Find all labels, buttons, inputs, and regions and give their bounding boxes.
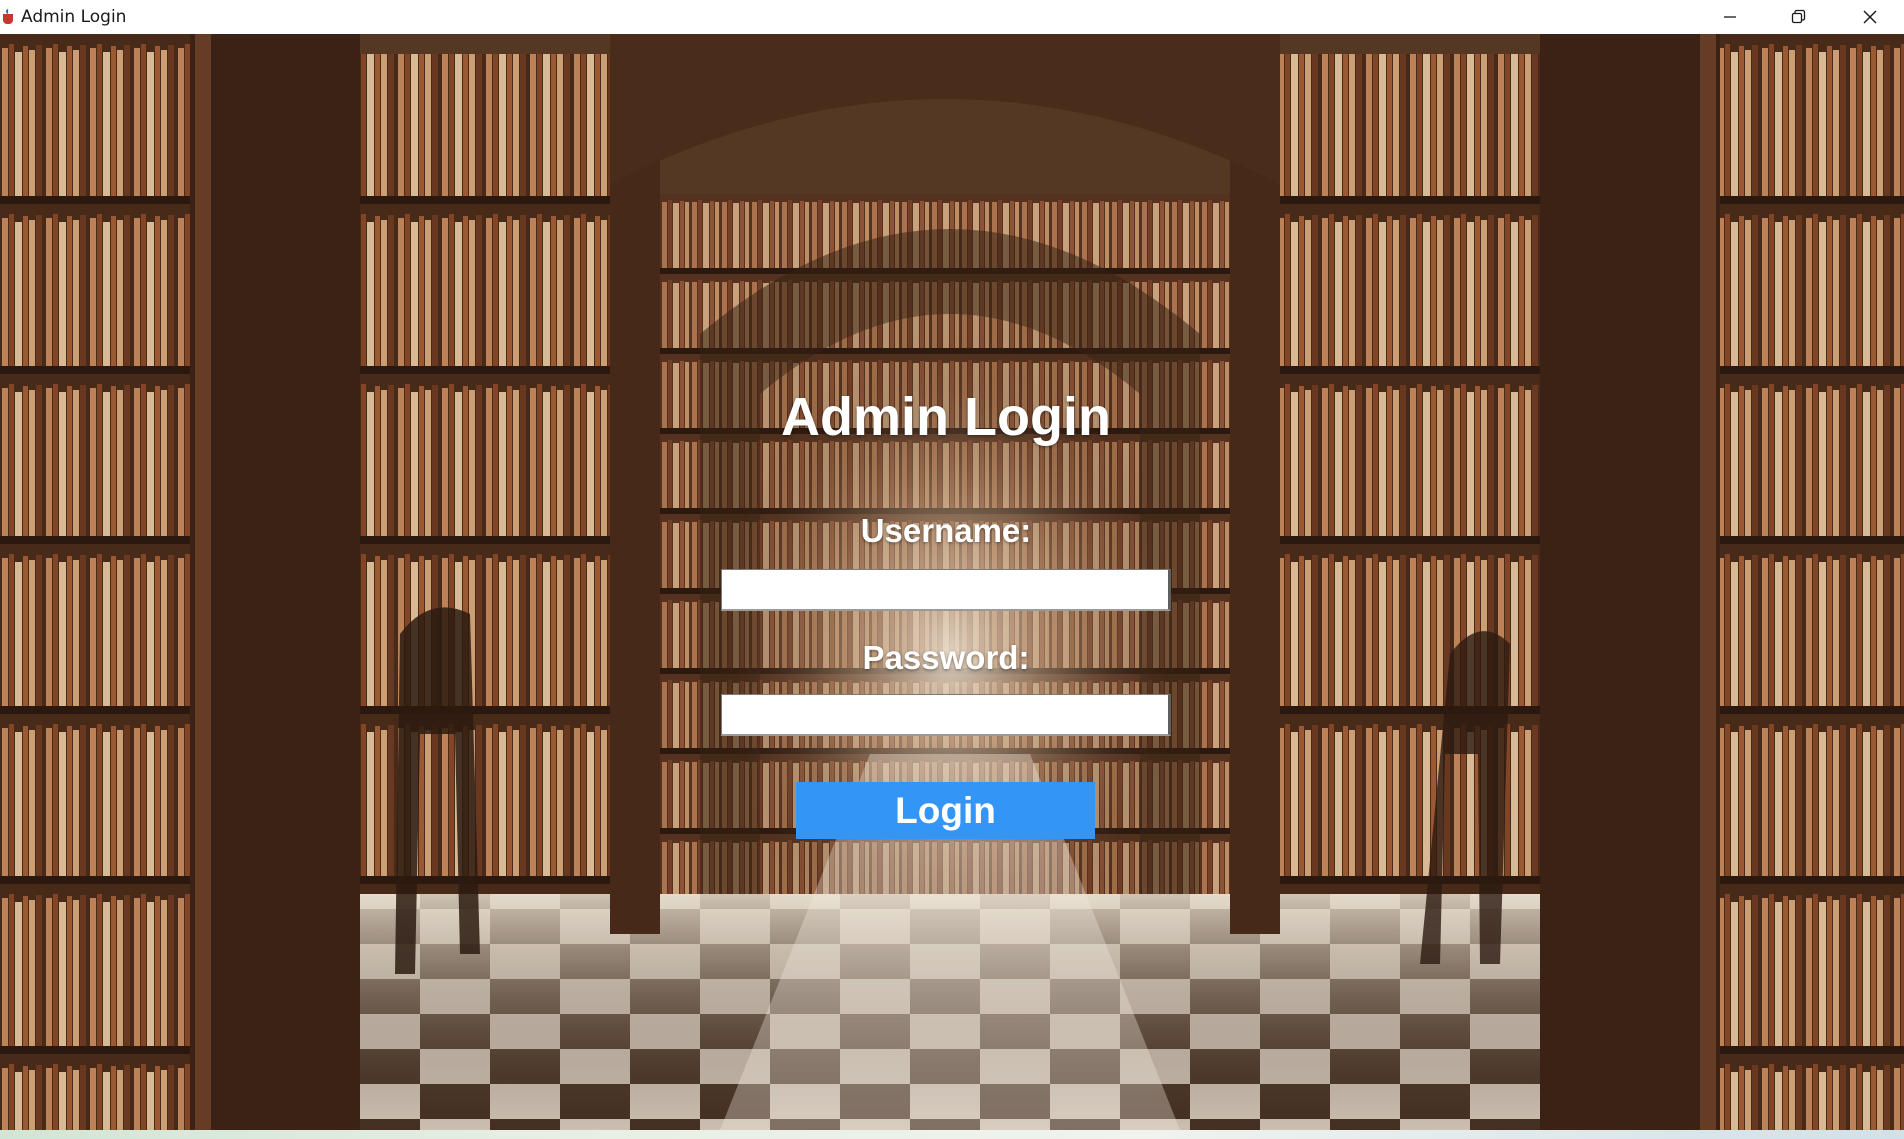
login-panel: Admin Login Username: Password: Login [0,34,1904,1130]
minimize-icon [1724,16,1736,18]
password-input[interactable] [721,694,1171,736]
taskbar-edge [0,1130,1904,1139]
close-button[interactable] [1836,0,1904,34]
username-label: Username: [860,512,1032,549]
close-icon [1863,10,1877,24]
title-bar[interactable]: Admin Login [0,0,1904,34]
restore-icon [1791,9,1806,24]
restore-button[interactable] [1764,0,1832,34]
admin-login-window: Admin Login Admin Login Username: Passwo… [0,0,1904,1139]
password-label: Password: [862,639,1030,676]
java-cup-icon [2,9,16,25]
login-button[interactable]: Login [796,782,1095,839]
window-title: Admin Login [21,7,127,27]
login-heading: Admin Login [781,387,1111,447]
minimize-button[interactable] [1696,0,1764,34]
username-input[interactable] [721,569,1171,611]
